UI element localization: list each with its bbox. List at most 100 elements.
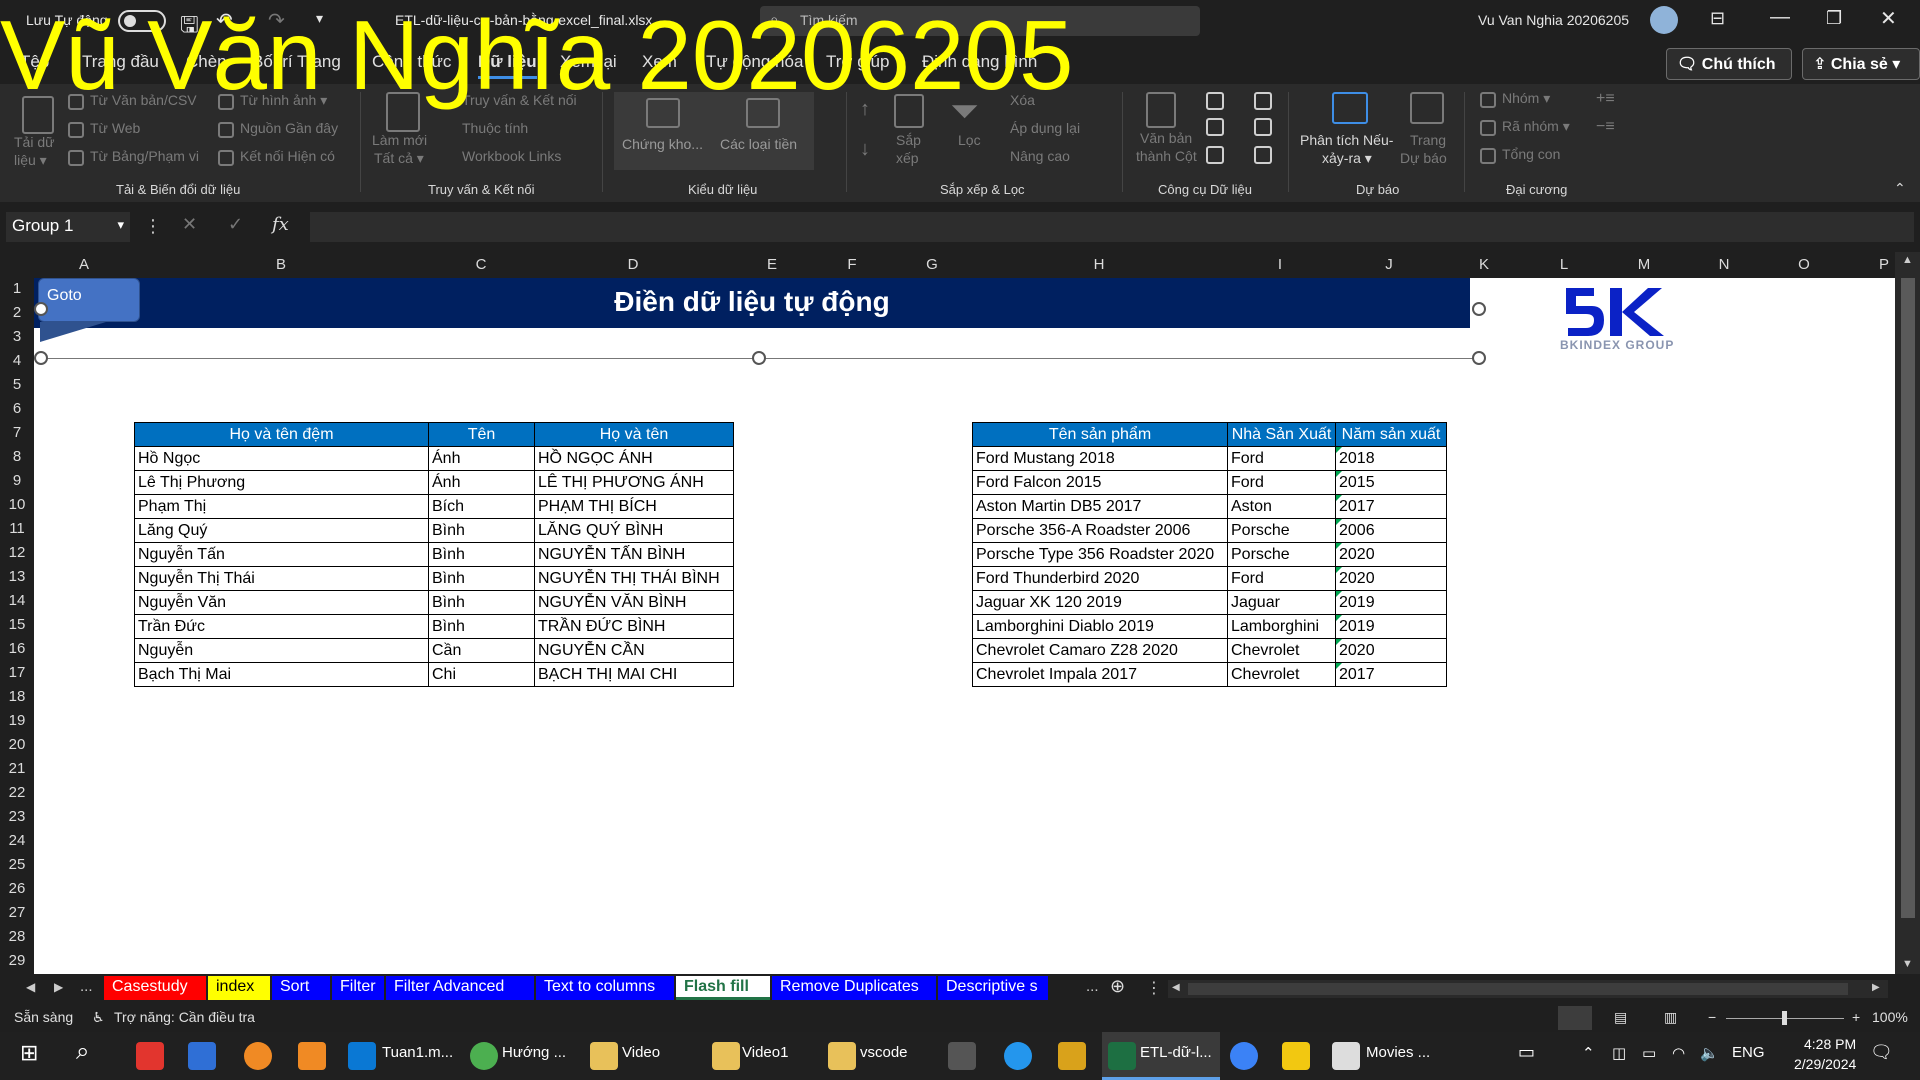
row-header[interactable]: 8	[0, 448, 34, 465]
workbook-links-button[interactable]: Workbook Links	[462, 148, 561, 164]
zoom-level[interactable]: 100%	[1872, 1009, 1908, 1025]
app-icon[interactable]	[244, 1042, 272, 1070]
taskbar-item[interactable]: ETL-dữ-l...	[1140, 1044, 1212, 1061]
what-if-button[interactable]: Phân tích Nếu-	[1300, 132, 1393, 148]
table-cell[interactable]: Ánh	[428, 470, 535, 495]
row-header[interactable]: 25	[0, 856, 34, 873]
sheet-tab[interactable]: Text to columns	[536, 976, 674, 1000]
table-cell[interactable]: Chevrolet	[1227, 662, 1336, 687]
sort-button[interactable]: Sắp	[896, 132, 921, 148]
what-if-dropdown[interactable]: xảy-ra ▾	[1322, 150, 1372, 167]
table-cell[interactable]: HỒ NGỌC ÁNH	[534, 446, 734, 471]
resize-handle[interactable]	[34, 302, 48, 316]
vertical-scrollbar[interactable]: ▲ ▼	[1895, 252, 1920, 974]
row-header[interactable]: 29	[0, 952, 34, 969]
clock-date[interactable]: 2/29/2024	[1794, 1056, 1856, 1072]
resize-handle[interactable]	[34, 351, 48, 365]
table-cell[interactable]: Chevrolet Impala 2017	[972, 662, 1228, 687]
column-header[interactable]: C	[428, 256, 534, 273]
taskbar-item[interactable]: vscode	[860, 1044, 908, 1061]
column-header[interactable]: B	[134, 256, 428, 273]
table-cell[interactable]: Nguyễn Tấn	[134, 542, 429, 567]
row-header[interactable]: 24	[0, 832, 34, 849]
table-cell[interactable]: Ford	[1227, 566, 1336, 591]
recent-sources-button[interactable]: Nguồn Gần đây	[240, 120, 338, 136]
row-header[interactable]: 21	[0, 760, 34, 777]
sheet-tab[interactable]: index	[208, 976, 270, 1000]
column-header-cell[interactable]: Họ và tên	[534, 422, 734, 447]
row-header[interactable]: 17	[0, 664, 34, 681]
year-cell[interactable]: 2019	[1335, 614, 1447, 639]
table-cell[interactable]: TRẦN ĐỨC BÌNH	[534, 614, 734, 639]
share-button[interactable]: ⇪ Chia sẻ ▾	[1802, 48, 1920, 80]
row-header[interactable]: 27	[0, 904, 34, 921]
subtotal-button[interactable]: Tổng con	[1502, 146, 1560, 162]
row-header[interactable]: 12	[0, 544, 34, 561]
name-box[interactable]: Group 1 ▾	[6, 212, 130, 242]
row-header[interactable]: 10	[0, 496, 34, 513]
table-cell[interactable]: Bạch Thị Mai	[134, 662, 429, 687]
add-sheet-icon[interactable]: ⊕	[1110, 976, 1125, 997]
table-cell[interactable]: Porsche	[1227, 542, 1336, 567]
filter-button[interactable]: Lọc	[958, 132, 981, 148]
year-cell[interactable]: 2019	[1335, 590, 1447, 615]
ungroup-button[interactable]: Rã nhóm ▾	[1502, 118, 1570, 135]
meet-icon[interactable]: ◫	[1612, 1044, 1626, 1062]
app-icon[interactable]	[188, 1042, 216, 1070]
more-sheets-left[interactable]: ...	[80, 978, 93, 995]
year-cell[interactable]: 2017	[1335, 662, 1447, 687]
scroll-down-icon[interactable]: ▼	[1902, 958, 1913, 970]
table-cell[interactable]: NGUYỄN VĂN BÌNH	[534, 590, 734, 615]
collapse-ribbon-icon[interactable]: ⌃	[1894, 180, 1906, 197]
table-cell[interactable]: NGUYỄN CẦN	[534, 638, 734, 663]
column-header[interactable]: G	[892, 256, 972, 273]
folder-icon[interactable]	[590, 1042, 618, 1070]
app-icon[interactable]	[1058, 1042, 1086, 1070]
column-header[interactable]: O	[1764, 256, 1844, 273]
worksheet-grid[interactable]: Điền dữ liệu tự động Goto BKINDEX GROUP …	[34, 278, 1895, 974]
year-cell[interactable]: 2015	[1335, 470, 1447, 495]
table-cell[interactable]: Aston	[1227, 494, 1336, 519]
taskbar-item[interactable]: Video	[622, 1044, 660, 1061]
row-header[interactable]: 22	[0, 784, 34, 801]
ribbon-display-icon[interactable]: ⊟	[1710, 8, 1725, 29]
table-cell[interactable]: Jaguar	[1227, 590, 1336, 615]
row-header[interactable]: 5	[0, 376, 34, 393]
sheet-tab[interactable]: Filter Advanced	[386, 976, 534, 1000]
accessibility-status[interactable]: Trợ năng: Cần điều tra	[114, 1009, 255, 1025]
sheet-tab[interactable]: Sort	[272, 976, 330, 1000]
reapply-button[interactable]: Áp dụng lại	[1010, 120, 1080, 136]
existing-connections-button[interactable]: Kết nối Hiện có	[240, 148, 335, 164]
movies-icon[interactable]	[1332, 1042, 1360, 1070]
normal-view-icon[interactable]	[1558, 1006, 1592, 1030]
user-name[interactable]: Vu Van Nghia 20206205	[1478, 12, 1629, 28]
table-cell[interactable]: Porsche 356-A Roadster 2006	[972, 518, 1228, 543]
table-cell[interactable]: Ford Falcon 2015	[972, 470, 1228, 495]
column-header[interactable]: A	[34, 256, 134, 273]
scroll-up-icon[interactable]: ▲	[1902, 254, 1913, 266]
get-data-dropdown[interactable]: liệu ▾	[14, 152, 47, 169]
clock-time[interactable]: 4:28 PM	[1804, 1036, 1856, 1052]
hide-detail-icon[interactable]: −≡	[1596, 118, 1615, 136]
table-cell[interactable]: BẠCH THỊ MAI CHI	[534, 662, 734, 687]
data-model-icon[interactable]	[1254, 146, 1272, 164]
column-header[interactable]: E	[732, 256, 812, 273]
table-cell[interactable]: Porsche	[1227, 518, 1336, 543]
row-header[interactable]: 28	[0, 928, 34, 945]
relationships-icon[interactable]	[1254, 118, 1272, 136]
news-icon[interactable]: ▭	[1518, 1042, 1535, 1063]
sheet-tab[interactable]: Filter	[332, 976, 384, 1000]
resize-handle[interactable]	[1472, 351, 1486, 365]
vscode-icon[interactable]	[348, 1042, 376, 1070]
goto-button[interactable]: Goto	[38, 278, 140, 322]
row-header[interactable]: 7	[0, 424, 34, 441]
table-cell[interactable]: Bình	[428, 614, 535, 639]
accessibility-icon[interactable]: ♿	[92, 1009, 105, 1026]
minimize-icon[interactable]: —	[1770, 6, 1790, 29]
year-cell[interactable]: 2018	[1335, 446, 1447, 471]
excel-icon[interactable]	[1108, 1042, 1136, 1070]
search-taskbar-icon[interactable]: ⌕	[76, 1038, 89, 1066]
docker-icon[interactable]	[1004, 1042, 1032, 1070]
sheet-tab[interactable]: Flash fill	[676, 976, 770, 1000]
column-header[interactable]: J	[1334, 256, 1444, 273]
